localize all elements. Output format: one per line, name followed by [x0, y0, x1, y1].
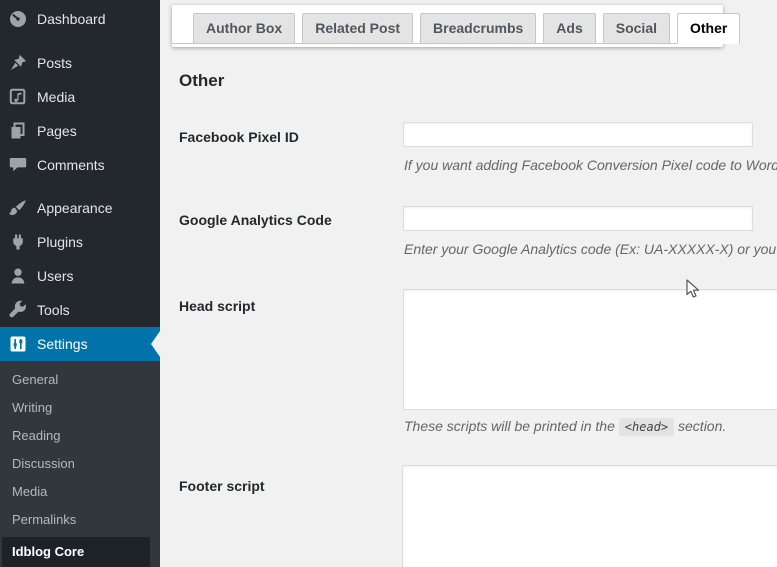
submenu-item-writing[interactable]: Writing — [0, 394, 160, 422]
submenu-item-discussion[interactable]: Discussion — [0, 450, 160, 478]
facebook-pixel-id-input[interactable] — [403, 122, 753, 147]
nav-tab-bar: Author Box Related Post Breadcrumbs Ads … — [172, 12, 741, 44]
facebook-pixel-id-description: If you want adding Facebook Conversion P… — [404, 157, 777, 173]
sidebar-item-plugins[interactable]: Plugins — [0, 225, 160, 259]
sidebar-item-appearance[interactable]: Appearance — [0, 191, 160, 225]
footer-script-label: Footer script — [179, 478, 265, 494]
sidebar-item-label: Media — [37, 88, 76, 105]
footer-script-textarea[interactable] — [402, 465, 777, 567]
sidebar-item-label: Settings — [37, 336, 88, 353]
sidebar-item-users[interactable]: Users — [0, 259, 160, 293]
sliders-icon — [8, 334, 28, 354]
tab-other[interactable]: Other — [677, 13, 741, 44]
pin-icon — [8, 53, 28, 73]
current-menu-arrow — [151, 331, 160, 358]
sidebar-item-label: Pages — [37, 122, 77, 139]
tab-social[interactable]: Social — [602, 13, 670, 43]
pages-icon — [8, 121, 28, 141]
sidebar-item-pages[interactable]: Pages — [0, 114, 160, 148]
sidebar-item-label: Users — [37, 268, 74, 285]
head-script-description-suffix: section. — [678, 418, 727, 434]
google-analytics-label: Google Analytics Code — [179, 212, 332, 228]
brush-icon — [8, 198, 28, 218]
head-script-label: Head script — [179, 298, 256, 314]
head-script-textarea[interactable] — [403, 289, 777, 410]
google-analytics-description: Enter your Google Analytics code (Ex: UA… — [404, 241, 777, 257]
sidebar-item-label: Comments — [37, 156, 105, 173]
sidebar-item-label: Dashboard — [37, 10, 106, 27]
submenu-item-reading[interactable]: Reading — [0, 422, 160, 450]
wrench-icon — [8, 300, 28, 320]
submenu-item-permalinks[interactable]: Permalinks — [0, 506, 160, 534]
head-code-chip: <head> — [618, 418, 675, 436]
sidebar-item-media[interactable]: Media — [0, 80, 160, 114]
sidebar-separator — [0, 182, 160, 192]
wordpress-admin-screen: Dashboard Posts Media Pages Comments App… — [0, 0, 777, 567]
tab-related-post[interactable]: Related Post — [302, 13, 414, 43]
sidebar-item-label: Tools — [37, 302, 70, 319]
sidebar-item-dashboard[interactable]: Dashboard — [0, 2, 160, 36]
head-script-description: These scripts will be printed in the <he… — [404, 418, 727, 436]
sidebar-item-posts[interactable]: Posts — [0, 46, 160, 80]
sidebar-item-tools[interactable]: Tools — [0, 293, 160, 327]
comments-icon — [8, 155, 28, 175]
sidebar-item-settings[interactable]: Settings — [0, 327, 160, 361]
submenu-item-idblog-core[interactable]: Idblog Core — [2, 537, 150, 567]
admin-sidebar: Dashboard Posts Media Pages Comments App… — [0, 0, 160, 567]
tabs-panel: Author Box Related Post Breadcrumbs Ads … — [172, 5, 741, 47]
sidebar-separator — [0, 36, 160, 46]
sidebar-item-label: Appearance — [37, 200, 113, 217]
user-icon — [8, 266, 28, 286]
page-title: Other — [179, 71, 225, 90]
media-icon — [8, 87, 28, 107]
sidebar-item-comments[interactable]: Comments — [0, 148, 160, 182]
submenu-item-general[interactable]: General — [0, 366, 160, 394]
tab-ads[interactable]: Ads — [543, 13, 596, 43]
settings-content: Author Box Related Post Breadcrumbs Ads … — [160, 0, 777, 567]
head-script-description-text: These scripts will be printed in the — [404, 418, 615, 434]
tab-breadcrumbs[interactable]: Breadcrumbs — [420, 13, 537, 43]
google-analytics-input[interactable] — [403, 206, 753, 231]
dashboard-icon — [8, 9, 28, 29]
sidebar-item-label: Plugins — [37, 234, 83, 251]
submenu-item-media[interactable]: Media — [0, 478, 160, 506]
settings-submenu: General Writing Reading Discussion Media… — [0, 361, 160, 567]
facebook-pixel-id-label: Facebook Pixel ID — [179, 129, 299, 145]
tab-author-box[interactable]: Author Box — [193, 13, 296, 43]
plug-icon — [8, 232, 28, 252]
sidebar-item-label: Posts — [37, 54, 73, 71]
